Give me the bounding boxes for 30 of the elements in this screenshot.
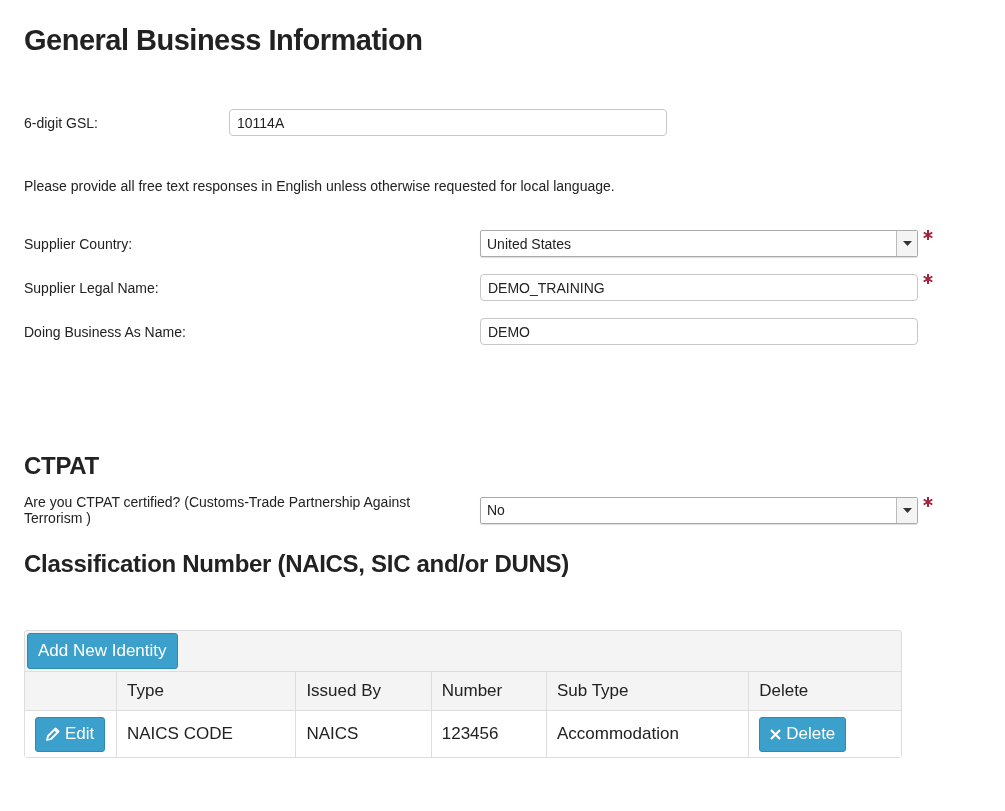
table-cell: NAICS CODE bbox=[116, 710, 296, 757]
field-label: Are you CTPAT certified? (Customs-Trade Partnership Against Terrorism ) bbox=[24, 494, 412, 526]
table-cell: Accommodation bbox=[546, 710, 749, 757]
dropdown[interactable]: No bbox=[480, 496, 918, 524]
field-label: Supplier Country: bbox=[24, 235, 134, 252]
page-title: General Business Information bbox=[24, 24, 424, 58]
section-heading: CTPAT bbox=[24, 452, 100, 480]
field-label: Doing Business As Name: bbox=[24, 323, 187, 340]
input-field[interactable]: 10114A bbox=[229, 109, 667, 136]
required-icon bbox=[923, 274, 933, 284]
table-cell: NAICS bbox=[295, 710, 432, 757]
caret-icon bbox=[902, 507, 912, 513]
column-header: Number bbox=[431, 671, 547, 711]
required-icon bbox=[923, 230, 933, 240]
caret-icon bbox=[902, 241, 912, 246]
dropdown[interactable]: United States bbox=[480, 230, 918, 257]
field-label: Supplier Legal Name: bbox=[24, 279, 160, 296]
close-icon bbox=[770, 728, 782, 740]
input-field[interactable]: DEMO_TRAINING bbox=[480, 274, 918, 301]
table-cell: 123456 bbox=[431, 710, 547, 757]
column-header: Sub Type bbox=[546, 671, 749, 711]
section-heading: Classification Number (NAICS, SIC and/or DUNS) bbox=[24, 550, 570, 578]
pencil-icon bbox=[46, 727, 60, 741]
field-label: 6-digit GSL: bbox=[24, 114, 99, 131]
input-field[interactable]: DEMO bbox=[480, 318, 918, 345]
notice-text: Please provide all free text responses in English unless otherwise requested for local language. bbox=[24, 178, 616, 194]
required-icon bbox=[923, 496, 933, 507]
column-header: Delete bbox=[748, 671, 901, 711]
column-header: Issued By bbox=[295, 671, 432, 711]
column-header: Type bbox=[116, 671, 296, 711]
